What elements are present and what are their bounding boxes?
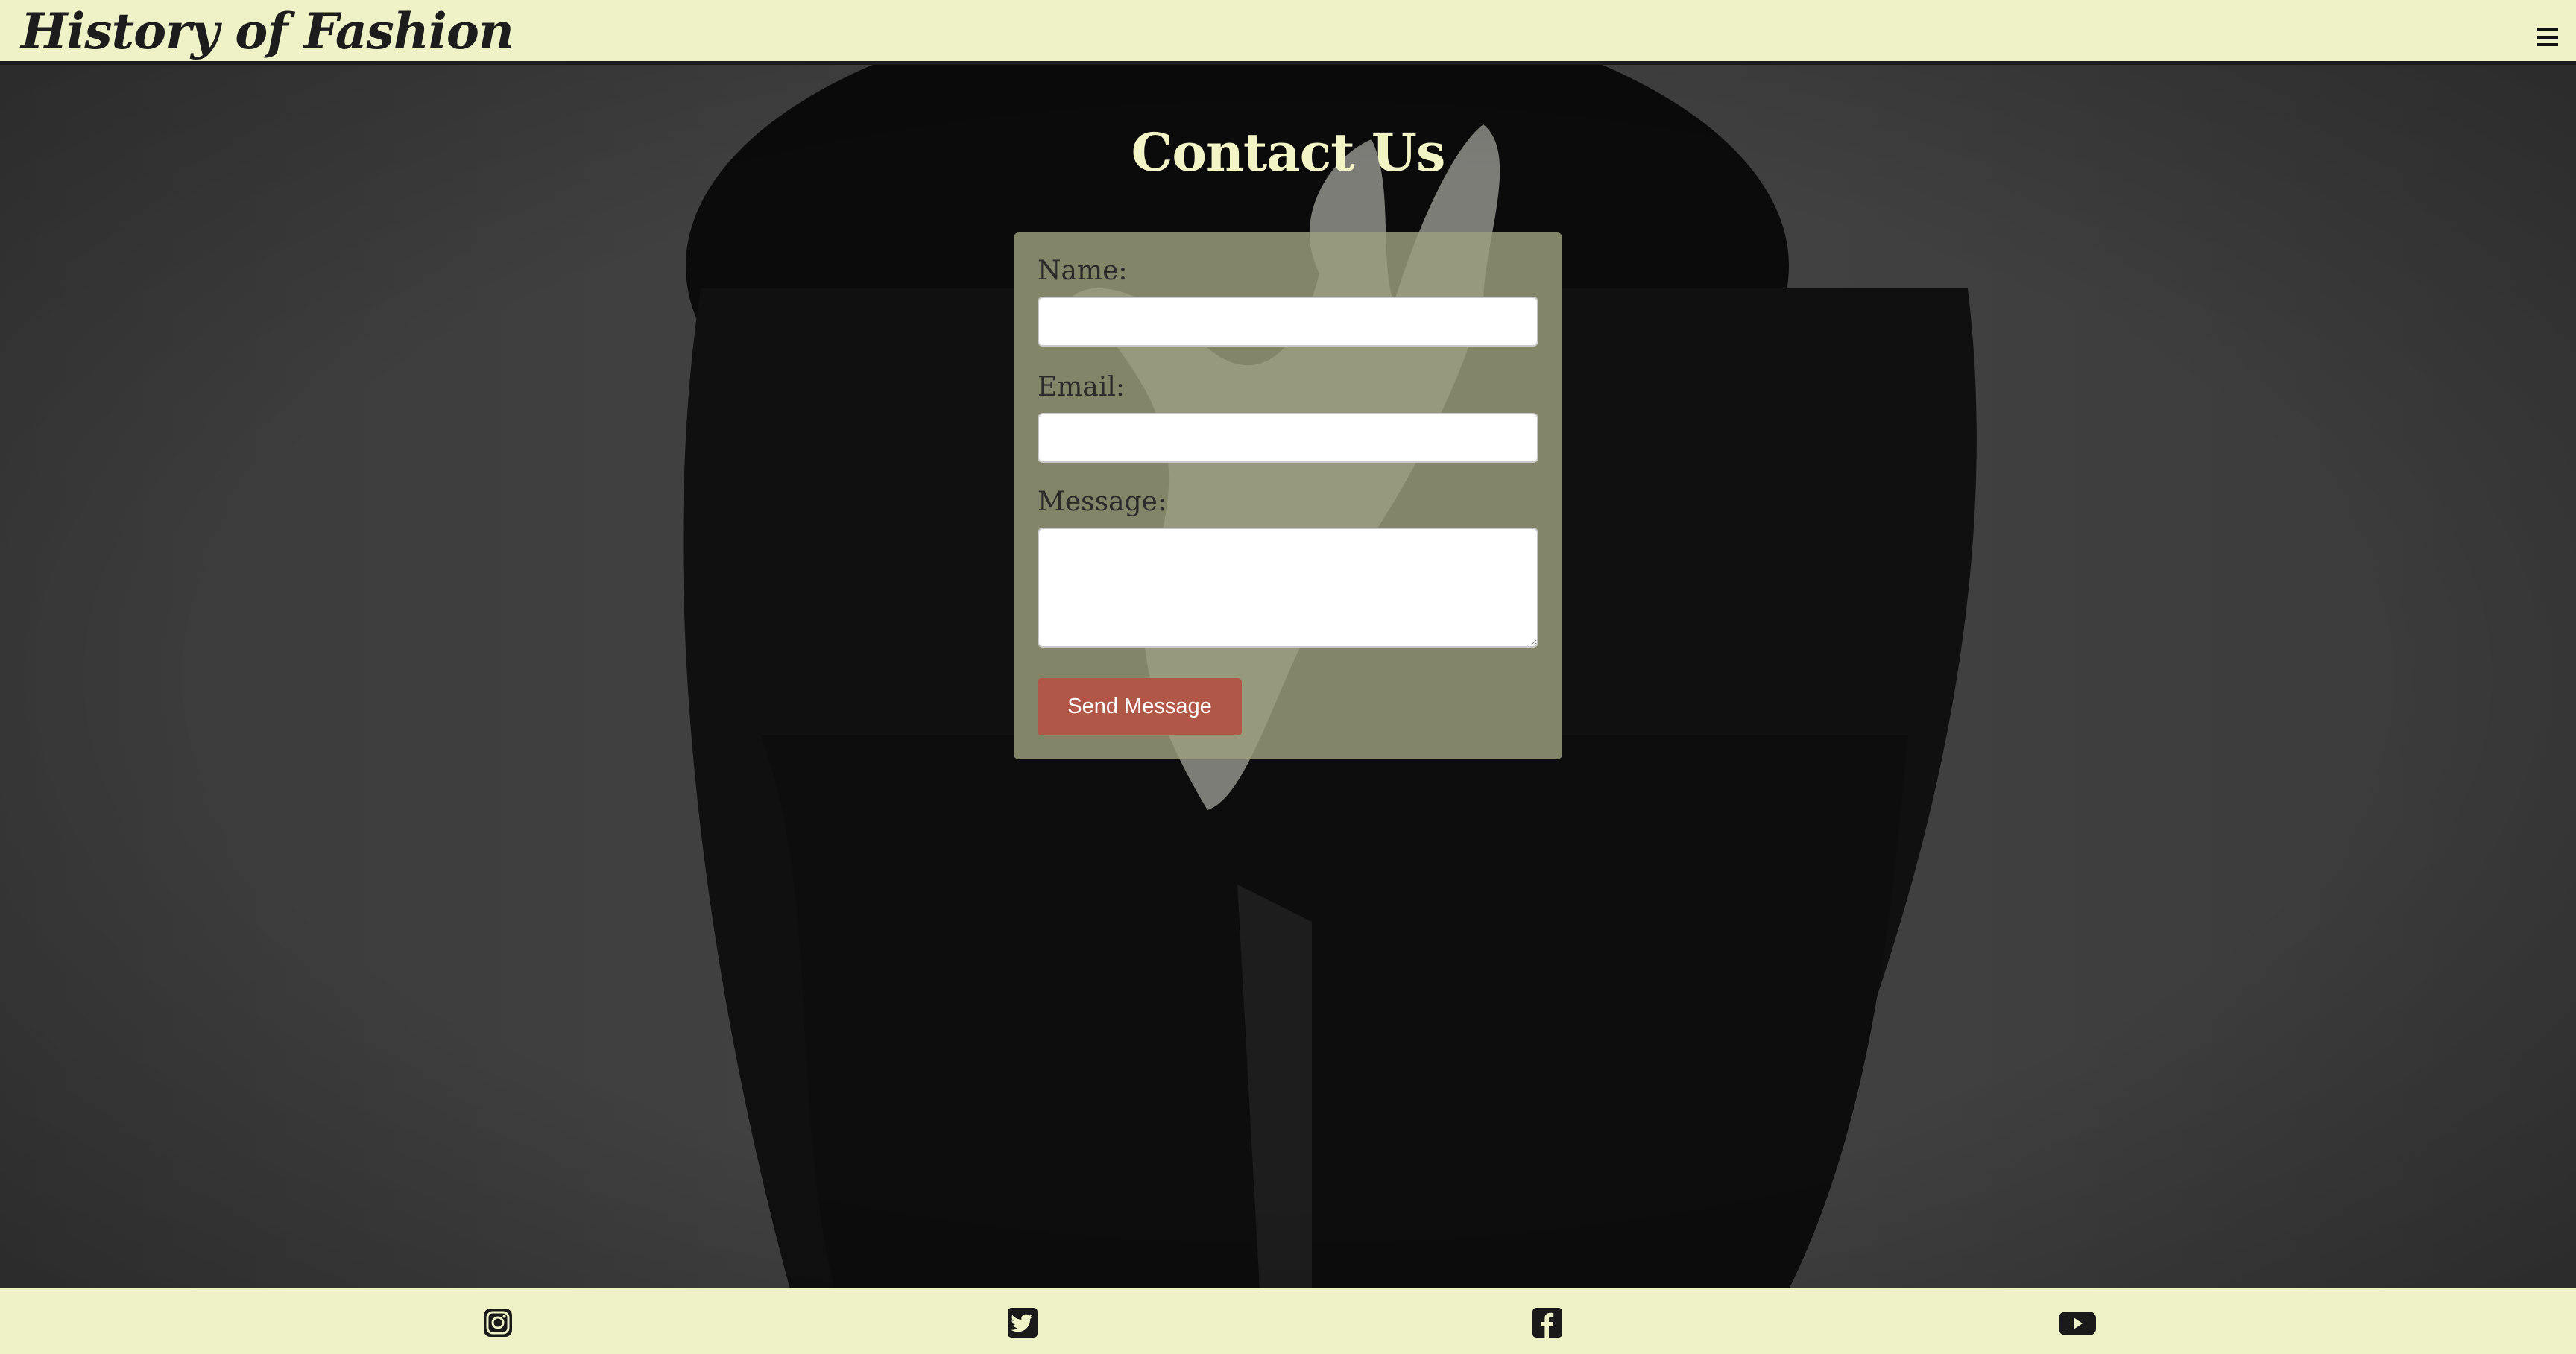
message-label: Message: — [1038, 487, 1167, 517]
facebook-icon[interactable] — [1531, 1306, 1564, 1339]
site-footer — [0, 1288, 2576, 1354]
email-field[interactable] — [1038, 413, 1538, 463]
site-brand[interactable]: History of Fashion — [21, 1, 514, 61]
twitter-icon[interactable] — [1006, 1306, 1039, 1339]
contact-page: History of Fashion Contact Us Name: Emai… — [0, 0, 2576, 1354]
youtube-icon[interactable] — [2057, 1306, 2097, 1339]
hamburger-menu-icon[interactable] — [2537, 28, 2558, 46]
name-field[interactable] — [1038, 297, 1538, 347]
page-title: Contact Us — [1131, 121, 1446, 183]
email-label: Email: — [1038, 372, 1126, 402]
site-header: History of Fashion — [0, 0, 2576, 65]
send-message-button[interactable]: Send Message — [1038, 678, 1242, 735]
instagram-icon[interactable] — [482, 1306, 514, 1339]
name-label: Name: — [1038, 256, 1128, 286]
contact-form: Name: Email: Message: Send Message — [1014, 232, 1562, 759]
message-field[interactable] — [1038, 528, 1538, 648]
